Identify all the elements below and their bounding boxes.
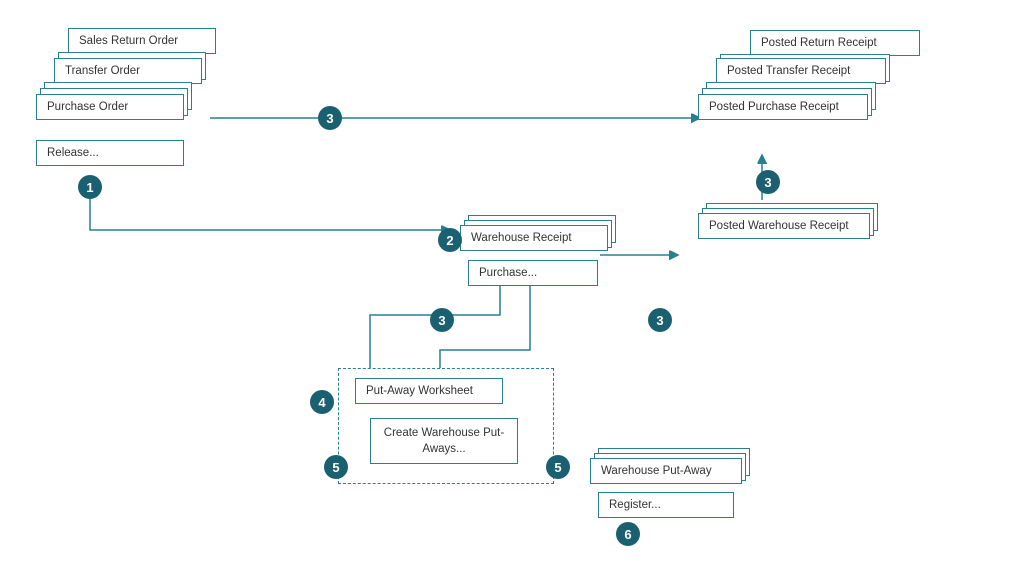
posted-purchase-receipt-box: Posted Purchase Receipt <box>698 94 868 120</box>
badge-4: 4 <box>310 390 334 414</box>
badge-3d: 3 <box>756 170 780 194</box>
badge-6: 6 <box>616 522 640 546</box>
badge-5a: 5 <box>324 455 348 479</box>
sales-return-order-box: Sales Return Order <box>68 28 216 54</box>
badge-5b: 5 <box>546 455 570 479</box>
purchase-order-box: Purchase Order <box>36 94 184 120</box>
posted-return-receipt-box: Posted Return Receipt <box>750 30 920 56</box>
register-box: Register... <box>598 492 734 518</box>
posted-transfer-receipt-box: Posted Transfer Receipt <box>716 58 886 84</box>
warehouse-receipt-box: Warehouse Receipt <box>460 225 608 251</box>
badge-3c: 3 <box>648 308 672 332</box>
create-warehouse-box: Create Warehouse Put-Aways... <box>370 418 518 464</box>
purchase-sub-box: Purchase... <box>468 260 598 286</box>
badge-2: 2 <box>438 228 462 252</box>
warehouse-put-away-box: Warehouse Put-Away <box>590 458 742 484</box>
put-away-worksheet-box: Put-Away Worksheet <box>355 378 503 404</box>
badge-1: 1 <box>78 175 102 199</box>
transfer-order-box: Transfer Order <box>54 58 202 84</box>
badge-3a: 3 <box>318 106 342 130</box>
posted-warehouse-receipt-box: Posted Warehouse Receipt <box>698 213 870 239</box>
release-box: Release... <box>36 140 184 166</box>
badge-3b: 3 <box>430 308 454 332</box>
